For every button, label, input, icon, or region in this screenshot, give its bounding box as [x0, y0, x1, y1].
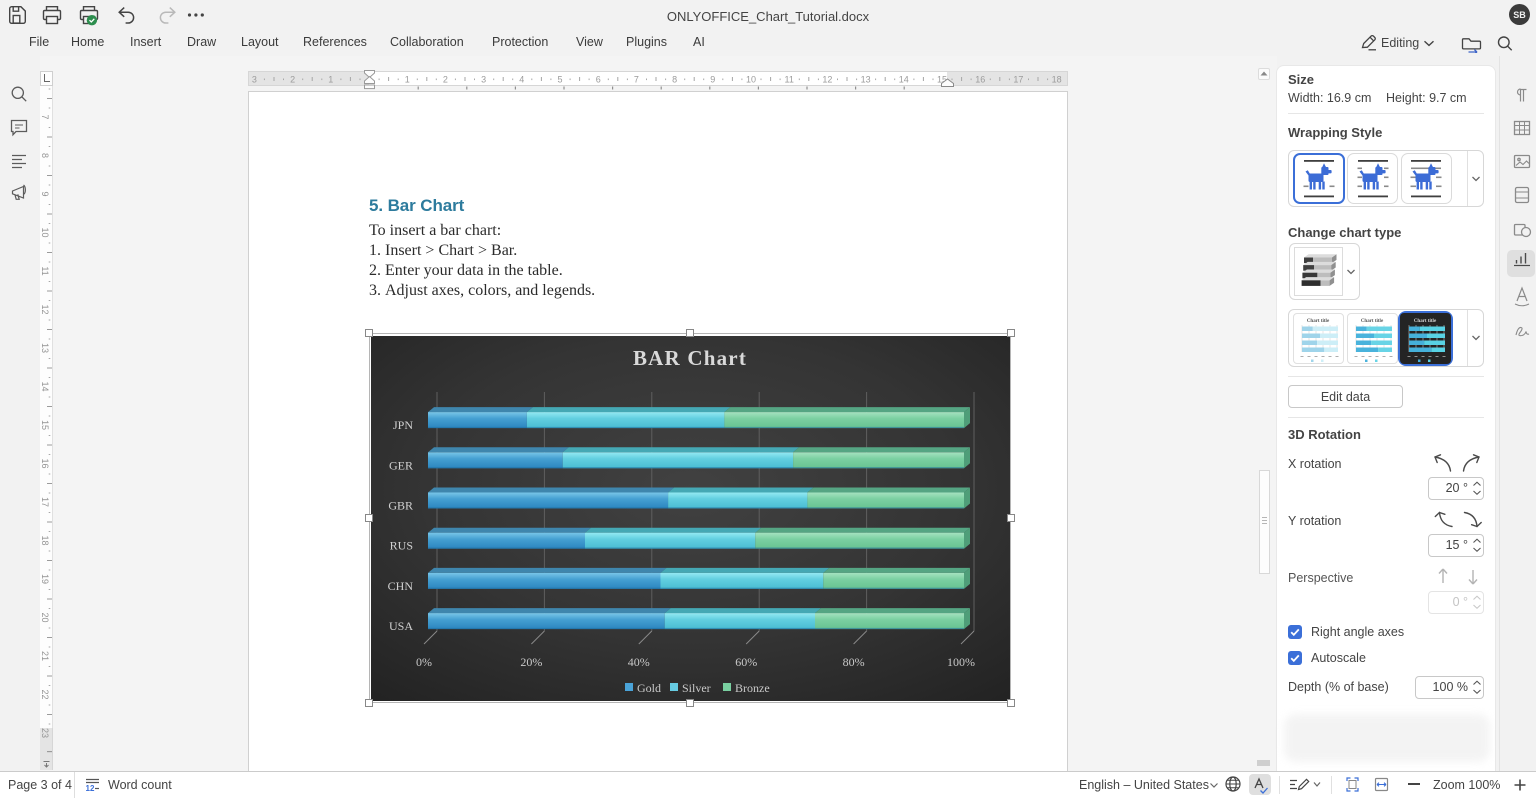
svg-text:10: 10	[40, 227, 50, 237]
svg-text:11: 11	[40, 266, 50, 275]
svg-text:13: 13	[861, 75, 871, 85]
svg-text:12: 12	[40, 304, 50, 314]
svg-text:14: 14	[899, 75, 909, 85]
svg-text:2: 2	[290, 75, 295, 85]
svg-text:9: 9	[40, 191, 50, 196]
svg-text:10: 10	[746, 75, 756, 85]
svg-text:16: 16	[975, 75, 985, 85]
svg-text:17: 17	[1013, 75, 1023, 85]
svg-text:21: 21	[40, 651, 50, 661]
svg-text:Chart title: Chart title	[1307, 319, 1330, 324]
svg-text:15: 15	[40, 420, 50, 430]
svg-text:8: 8	[672, 75, 677, 85]
svg-text:3: 3	[481, 75, 486, 85]
svg-text:1: 1	[328, 75, 333, 85]
svg-text:4: 4	[519, 75, 524, 85]
svg-text:23: 23	[40, 728, 50, 738]
svg-text:19: 19	[40, 574, 50, 584]
svg-text:14: 14	[40, 381, 50, 391]
svg-text:11: 11	[785, 75, 794, 85]
svg-text:12: 12	[86, 784, 95, 793]
svg-text:12: 12	[822, 75, 832, 85]
svg-text:17: 17	[40, 497, 50, 507]
svg-text:20: 20	[40, 612, 50, 622]
svg-text:3: 3	[252, 75, 257, 85]
svg-text:Chart title: Chart title	[1361, 319, 1384, 324]
svg-text:6: 6	[596, 75, 601, 85]
svg-text:22: 22	[40, 689, 50, 699]
svg-text:9: 9	[710, 75, 715, 85]
svg-text:7: 7	[40, 114, 50, 119]
svg-text:5: 5	[557, 75, 562, 85]
svg-text:18: 18	[1052, 75, 1062, 85]
svg-text:8: 8	[40, 153, 50, 158]
svg-text:7: 7	[634, 75, 639, 85]
svg-text:16: 16	[40, 458, 50, 468]
svg-text:1: 1	[405, 75, 410, 85]
svg-text:Chart title: Chart title	[1414, 319, 1437, 324]
svg-text:18: 18	[40, 535, 50, 545]
svg-text:2: 2	[443, 75, 448, 85]
svg-text:13: 13	[40, 343, 50, 353]
